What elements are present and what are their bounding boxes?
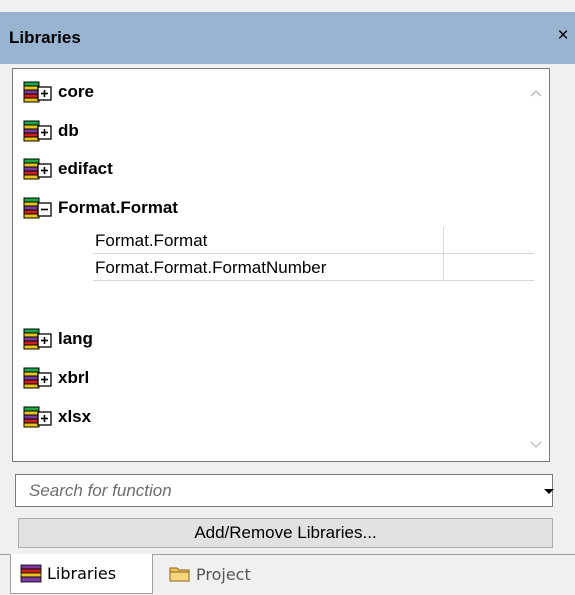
panel-title: Libraries [9,28,81,47]
books-icon [20,564,42,582]
library-label: lang [58,329,93,348]
function-label: Format.Format [95,231,208,250]
panel-tab-bar: Libraries Project [0,554,575,595]
column-separator [443,254,444,280]
function-row[interactable]: Format.Format [93,227,534,254]
library-item-core[interactable]: core [23,79,94,105]
libraries-panel: Libraries × core db edifact Format.Forma… [0,0,575,594]
scroll-up-icon[interactable] [529,87,543,99]
tab-label: Libraries [47,564,117,583]
search-input[interactable] [16,475,552,506]
library-item-lang[interactable]: lang [23,326,93,352]
library-label: xlsx [58,407,92,426]
library-tree[interactable]: core db edifact Format.Format Format.For… [12,68,550,462]
folder-icon [169,567,190,582]
library-label: Format.Format [58,198,178,217]
scroll-down-icon[interactable] [529,439,543,451]
close-button[interactable]: × [553,24,573,48]
chevron-down-icon[interactable] [538,484,560,498]
library-item-xlsx[interactable]: xlsx [23,404,91,430]
library-item-xbrl[interactable]: xbrl [23,365,89,391]
library-plus-icon[interactable] [23,120,53,142]
library-label: xbrl [58,368,90,387]
library-item-db[interactable]: db [23,118,79,144]
tab-libraries[interactable]: Libraries [10,554,153,594]
library-item-format[interactable]: Format.Format [23,195,178,221]
tab-project[interactable]: Project [160,554,290,594]
function-label: Format.Format.FormatNumber [95,258,327,277]
column-separator [443,227,444,253]
function-row[interactable]: Format.Format.FormatNumber [93,254,534,281]
library-plus-icon[interactable] [23,406,53,428]
library-plus-icon[interactable] [23,158,53,180]
library-plus-icon[interactable] [23,81,53,103]
add-remove-libraries-button[interactable]: Add/Remove Libraries... [18,518,553,548]
library-minus-icon[interactable] [23,197,53,219]
search-field[interactable] [15,474,553,507]
library-plus-icon[interactable] [23,328,53,350]
library-label: edifact [58,159,113,178]
tab-label: Project [196,564,251,584]
library-item-edifact[interactable]: edifact [23,156,113,182]
library-label: db [58,121,79,140]
panel-titlebar: Libraries × [0,12,575,64]
library-plus-icon[interactable] [23,367,53,389]
library-label: core [58,82,94,101]
